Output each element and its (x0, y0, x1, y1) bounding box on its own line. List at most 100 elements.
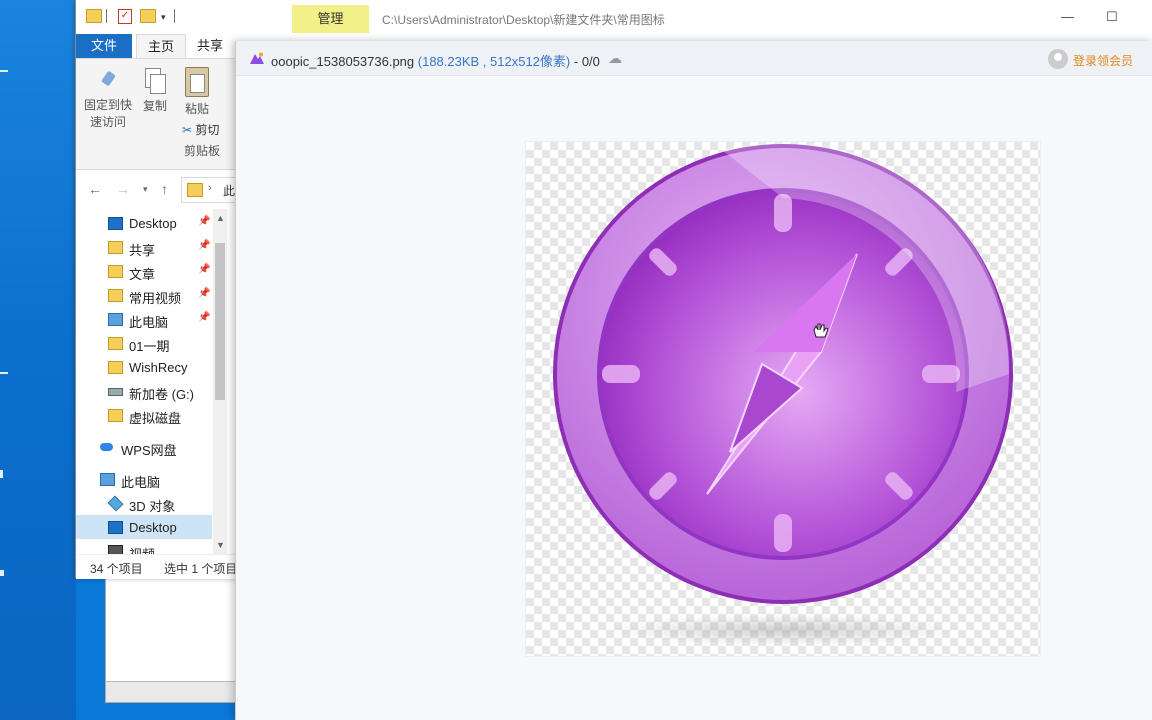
up-arrow-icon[interactable]: ↑ (161, 181, 168, 197)
image-viewer-window: ooopic_1538053736.png (188.23KB , 512x51… (235, 41, 1152, 720)
desktop-background (0, 0, 76, 720)
computer-icon (108, 313, 123, 326)
nav-item-label: 新加卷 (G:) (129, 387, 194, 402)
selection-count: 选中 1 个项目 (164, 562, 238, 576)
nav-item-label: 文章 (129, 267, 156, 282)
desktop-icon (108, 217, 123, 230)
folder-icon (108, 337, 123, 350)
nav-item[interactable]: Desktop (76, 515, 212, 539)
scissors-icon: ✂ (182, 123, 193, 137)
cloud-upload-icon[interactable]: ☁ (608, 50, 622, 67)
nav-item-label: 常用视频 (129, 291, 182, 306)
nav-item[interactable]: 共享 📌 (76, 235, 212, 259)
pin-icon[interactable]: 📌 (198, 288, 210, 299)
paste-button[interactable]: 粘贴 (180, 65, 214, 118)
pin-icon (97, 71, 119, 93)
tab-file[interactable]: 文件 (76, 34, 132, 58)
copy-icon (145, 68, 166, 94)
paste-icon (185, 67, 209, 97)
desktop-icon-fragment[interactable] (0, 70, 8, 72)
copy-button[interactable]: 复制 (138, 65, 172, 115)
desktop-icon-fragment[interactable] (0, 372, 8, 374)
address-segment[interactable]: 此 (223, 182, 235, 199)
separator (174, 9, 175, 23)
tab-share[interactable]: 共享 (188, 34, 232, 58)
nav-item-label: 3D 对象 (129, 499, 176, 514)
computer-icon (100, 473, 115, 486)
viewer-header: ooopic_1538053736.png (188.23KB , 512x51… (236, 41, 1152, 76)
cloud-icon (100, 443, 113, 451)
file-meta: (188.23KB , 512x512像素) (417, 54, 571, 69)
desktop-icon-fragment[interactable] (0, 470, 3, 478)
nav-item-label: 共享 (129, 243, 156, 258)
nav-item[interactable]: 3D 对象 (76, 491, 212, 515)
nav-item-label: 01一期 (129, 339, 170, 354)
folder-icon (108, 241, 123, 254)
scroll-up-icon[interactable]: ▲ (216, 213, 225, 223)
maximize-button[interactable]: ☐ (1106, 9, 1118, 25)
folder-icon (108, 289, 123, 302)
tab-manage[interactable]: 管理 (292, 5, 369, 33)
desktop-icon (108, 521, 123, 534)
nav-item-label: WishRecy (129, 360, 188, 375)
viewer-title: ooopic_1538053736.png (188.23KB , 512x51… (271, 51, 600, 70)
compass-image (553, 141, 1013, 646)
nav-scrollbar-thumb[interactable] (215, 243, 225, 400)
nav-item-label: 此电脑 (129, 315, 169, 330)
nav-item[interactable]: 虚拟磁盘 (76, 403, 212, 427)
status-bar: 34 个项目 选中 1 个项目 (76, 554, 238, 579)
pin-icon[interactable]: 📌 (198, 216, 210, 227)
nav-item[interactable]: WishRecy (76, 355, 212, 379)
folder-icon (108, 361, 123, 374)
window-title-path: C:\Users\Administrator\Desktop\新建文件夹\常用图… (382, 13, 665, 27)
nav-item-label: 虚拟磁盘 (129, 411, 182, 426)
address-input[interactable]: › 此 (181, 177, 243, 203)
nav-item-label: Desktop (129, 216, 177, 231)
folder-icon (187, 183, 203, 197)
chevron-right-icon: › (208, 182, 212, 194)
customize-toolbar-icon[interactable]: ▾ (161, 12, 166, 23)
pin-icon[interactable]: 📌 (198, 240, 210, 251)
recent-dropdown-icon[interactable]: ▾ (143, 184, 148, 195)
nav-item[interactable]: 新加卷 (G:) (76, 379, 212, 403)
avatar (1048, 49, 1068, 69)
file-name: ooopic_1538053736.png (271, 54, 415, 69)
nav-item-label: WPS网盘 (121, 443, 177, 458)
pin-icon[interactable]: 📌 (198, 312, 210, 323)
forward-arrow-icon[interactable]: → (116, 181, 130, 197)
minimize-button[interactable]: — (1061, 9, 1074, 24)
nav-item[interactable]: 常用视频 📌 (76, 283, 212, 307)
folder-icon (86, 9, 102, 23)
desktop-icon-fragment[interactable] (0, 570, 4, 576)
viewer-logo-icon (250, 52, 264, 64)
item-count: 34 个项目 (90, 562, 143, 576)
tab-home[interactable]: 主页 (136, 34, 186, 59)
navigation-pane: Desktop 📌 共享 📌 文章 📌 常用视频 📌 此电脑 📌 01一期 WishRecy 新加卷 (… (76, 209, 228, 562)
back-arrow-icon[interactable]: ← (88, 181, 102, 197)
3d-objects-icon (107, 495, 124, 512)
login-label: 登录领会员 (1073, 54, 1134, 68)
nav-item[interactable]: 此电脑 📌 (76, 307, 212, 331)
nav-item[interactable]: 此电脑 (76, 467, 212, 491)
explorer-titlebar: ✓ ▾ 管理 C:\Users\Administrator\Desktop\新建… (76, 0, 1152, 34)
new-folder-icon[interactable] (140, 9, 156, 23)
nav-item[interactable]: 文章 📌 (76, 259, 212, 283)
nav-item-label: Desktop (129, 520, 177, 535)
cut-button[interactable]: ✂ 剪切 (182, 121, 219, 138)
image-index: - 0/0 (573, 54, 600, 69)
image-canvas[interactable] (526, 141, 1040, 656)
pin-to-quick-access-button[interactable]: 固定到快 速访问 (80, 65, 136, 131)
properties-icon[interactable]: ✓ (118, 9, 132, 24)
separator (106, 9, 107, 23)
folder-icon (108, 265, 123, 278)
background-window (105, 578, 239, 703)
scroll-down-icon[interactable]: ▼ (216, 540, 225, 550)
drive-icon (108, 388, 123, 396)
nav-item-label: 此电脑 (121, 475, 161, 490)
nav-item[interactable]: 01一期 (76, 331, 212, 355)
nav-item[interactable]: Desktop 📌 (76, 211, 212, 235)
pin-icon[interactable]: 📌 (198, 264, 210, 275)
nav-item[interactable]: WPS网盘 (76, 435, 212, 459)
drop-shadow (603, 614, 963, 646)
background-window-bar (106, 681, 238, 702)
